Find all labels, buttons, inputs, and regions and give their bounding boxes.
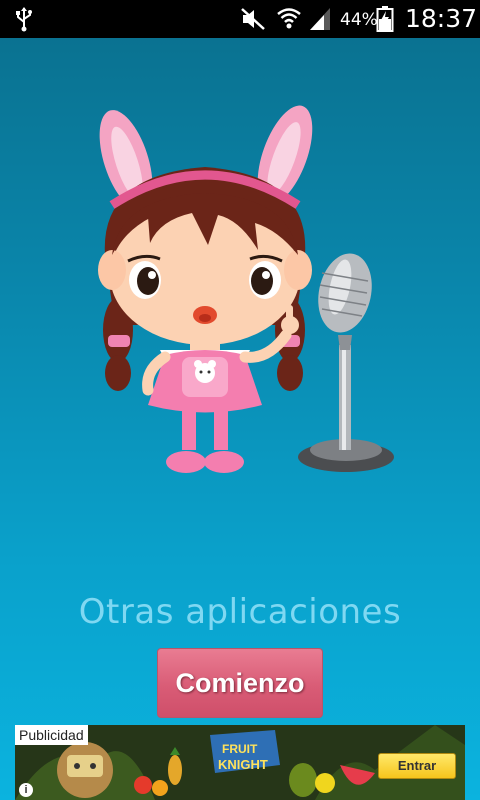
svg-text:KNIGHT: KNIGHT — [218, 757, 268, 772]
other-apps-link[interactable]: Otras aplicaciones — [0, 592, 480, 632]
usb-icon — [14, 6, 34, 37]
ad-banner[interactable]: FRUIT KNIGHT Publicidad i Entrar — [15, 725, 465, 800]
ad-label: Publicidad — [15, 725, 88, 745]
girl-with-bunny-ears-illustration — [98, 105, 394, 473]
wifi-icon — [276, 5, 302, 36]
mute-icon — [240, 7, 266, 36]
signal-icon — [308, 6, 332, 35]
svg-text:FRUIT: FRUIT — [222, 742, 258, 756]
battery-percent: 44% — [340, 10, 378, 30]
microphone — [298, 253, 394, 472]
ad-enter-button[interactable]: Entrar — [378, 753, 456, 779]
start-button[interactable]: Comienzo — [157, 648, 323, 718]
knight-character — [57, 742, 113, 798]
status-bar: 44% 18:37 — [0, 0, 480, 38]
battery-charging-icon — [376, 6, 394, 37]
clock: 18:37 — [405, 4, 478, 33]
ad-info-icon[interactable]: i — [19, 783, 33, 797]
